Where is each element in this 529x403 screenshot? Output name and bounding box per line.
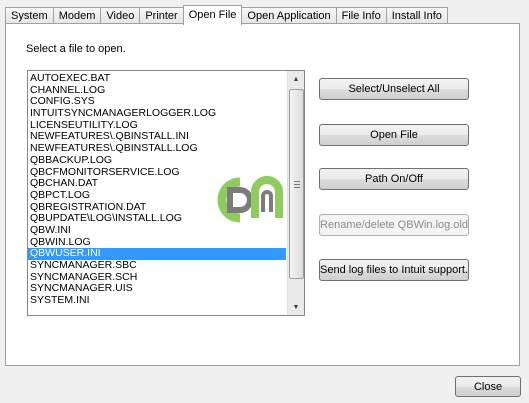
open-file-button[interactable]: Open File — [319, 124, 469, 146]
tab-open-file[interactable]: Open File — [182, 5, 243, 25]
file-list-item[interactable]: INTUITSYNCMANAGERLOGGER.LOG — [28, 108, 286, 120]
file-list-item[interactable]: SYNCMANAGER.SCH — [28, 272, 286, 284]
scroll-down-icon[interactable]: ▼ — [288, 299, 304, 315]
tab-file-info[interactable]: File Info — [335, 7, 387, 24]
file-list-item[interactable]: QBBACKUP.LOG — [28, 155, 286, 167]
path-on-off-button[interactable]: Path On/Off — [319, 168, 469, 190]
tab-strip: System Modem Video Printer Open File Ope… — [5, 5, 448, 25]
scroll-up-icon[interactable]: ▲ — [288, 71, 304, 87]
file-list-item[interactable]: NEWFEATURES\.QBINSTALL.LOG — [28, 143, 286, 155]
qb-tool-hub-window: System Modem Video Printer Open File Ope… — [0, 0, 529, 403]
file-list-item[interactable]: CONFIG.SYS — [28, 96, 286, 108]
send-log-files-button[interactable]: Send log files to Intuit support. — [319, 259, 469, 281]
file-list-item[interactable]: QBWIN.LOG — [28, 237, 286, 249]
tab-install-info[interactable]: Install Info — [385, 7, 448, 24]
file-list-item[interactable]: QBWUSER.INI — [28, 248, 286, 260]
rename-delete-qbwin-log-button[interactable]: Rename/delete QBWin.log.old — [319, 214, 469, 236]
tab-video[interactable]: Video — [100, 7, 141, 24]
tab-open-application[interactable]: Open Application — [241, 7, 337, 24]
file-list-item[interactable]: SYNCMANAGER.UIS — [28, 283, 286, 295]
file-list-item[interactable]: NEWFEATURES\.QBINSTALL.INI — [28, 131, 286, 143]
tab-printer[interactable]: Printer — [139, 7, 184, 24]
watermark-logo-icon — [217, 176, 283, 223]
close-button[interactable]: Close — [455, 376, 521, 397]
file-list-item[interactable]: SYSTEM.INI — [28, 295, 286, 307]
file-list-item[interactable]: AUTOEXEC.BAT — [28, 73, 286, 85]
tab-modem[interactable]: Modem — [52, 7, 102, 24]
tab-system[interactable]: System — [5, 7, 54, 24]
file-list-item[interactable]: SYNCMANAGER.SBC — [28, 260, 286, 272]
select-unselect-all-button[interactable]: Select/Unselect All — [319, 78, 469, 100]
select-file-prompt: Select a file to open. — [26, 43, 126, 55]
file-list-item[interactable]: CHANNEL.LOG — [28, 85, 286, 97]
file-list-item[interactable]: LICENSEUTILITY.LOG — [28, 120, 286, 132]
